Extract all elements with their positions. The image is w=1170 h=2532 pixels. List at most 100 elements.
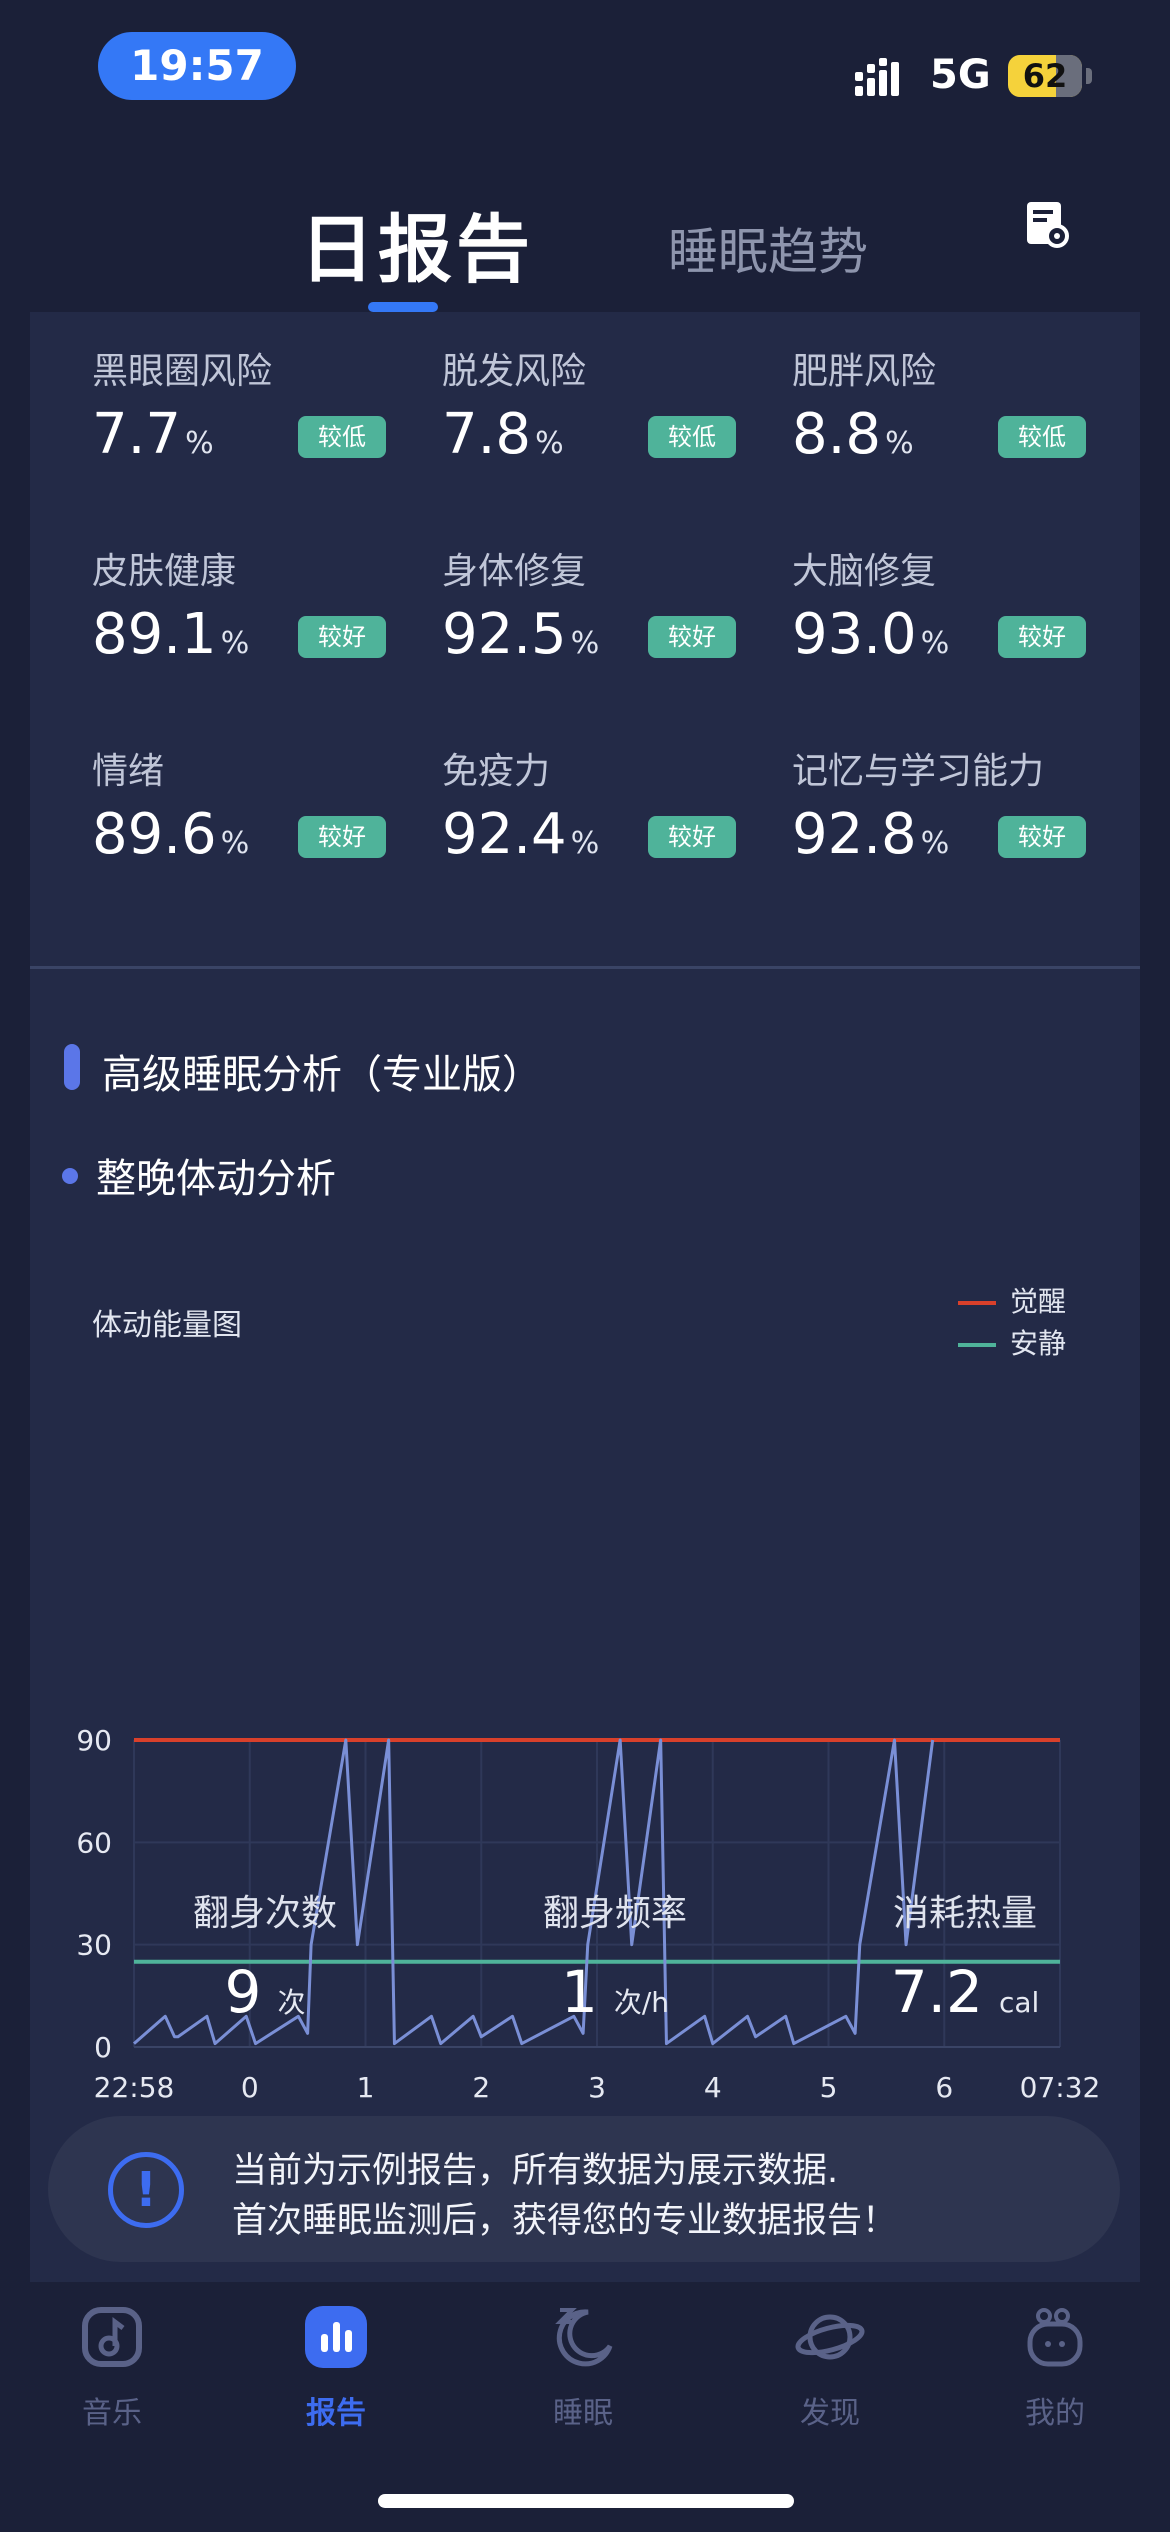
moon-icon xyxy=(555,2308,613,2367)
metric-value: 93.0% xyxy=(792,602,949,667)
nav-sleep[interactable]: 睡眠 xyxy=(503,2302,663,2432)
metric-value: 7.8% xyxy=(442,402,564,467)
legend-quiet-swatch xyxy=(958,1343,996,1347)
metric-brain-repair: 大脑修复 93.0% 较好 xyxy=(792,542,1112,702)
nav-mine[interactable]: 我的 xyxy=(975,2302,1135,2432)
metric-mood: 情绪 89.6% 较好 xyxy=(92,742,412,902)
legend-awake: 觉醒 xyxy=(958,1280,1066,1320)
metric-hair-loss: 脱发风险 7.8% 较低 xyxy=(442,342,762,502)
metric-number: 92.5 xyxy=(442,602,567,667)
stat-value: 7.2 cal xyxy=(815,1958,1115,2026)
metric-label: 身体修复 xyxy=(442,551,587,592)
x-tick-label: 6 xyxy=(935,2071,953,2104)
report-settings-icon[interactable] xyxy=(1024,200,1070,250)
stat-value: 9次 xyxy=(115,1958,415,2026)
stat-number: 1 xyxy=(560,1958,598,2026)
info-icon: ! xyxy=(108,2152,184,2228)
x-tick-label: 0 xyxy=(241,2071,259,2104)
metric-label: 肥胖风险 xyxy=(792,351,937,392)
metric-number: 7.8 xyxy=(442,402,532,467)
y-tick-label: 60 xyxy=(76,1826,112,1859)
tab-daily-report[interactable]: 日报告 xyxy=(300,190,534,297)
stat-turn-count: 翻身次数 9次 xyxy=(115,1884,415,2026)
stat-calories: 消耗热量 7.2 cal xyxy=(815,1884,1115,2026)
stat-unit: cal xyxy=(998,1986,1040,2019)
nav-label: 报告 xyxy=(306,2396,366,2431)
battery-tip xyxy=(1086,68,1092,84)
x-tick-label: 22:58 xyxy=(94,2071,175,2104)
metric-number: 89.6 xyxy=(92,802,217,867)
metric-value: 92.4% xyxy=(442,802,599,867)
metric-unit: % xyxy=(920,826,950,861)
metric-label: 大脑修复 xyxy=(792,551,937,592)
nav-label: 音乐 xyxy=(82,2396,142,2431)
metric-body-repair: 身体修复 92.5% 较好 xyxy=(442,542,762,702)
metric-number: 92.8 xyxy=(792,802,917,867)
metric-label: 黑眼圈风险 xyxy=(92,351,273,392)
section-divider xyxy=(30,966,1140,969)
metric-unit: % xyxy=(570,826,600,861)
x-tick-label: 5 xyxy=(820,2071,838,2104)
metric-dark-circles: 黑眼圈风险 7.7% 较低 xyxy=(92,342,412,502)
metric-badge: 较好 xyxy=(648,816,736,858)
tab-sleep-trend[interactable]: 睡眠趋势 xyxy=(668,212,868,284)
metric-value: 8.8% xyxy=(792,402,914,467)
metric-unit: % xyxy=(920,626,950,661)
x-tick-label: 3 xyxy=(588,2071,606,2104)
metric-label: 记忆与学习能力 xyxy=(792,751,1045,792)
metric-number: 89.1 xyxy=(92,602,217,667)
stat-unit: 次 xyxy=(277,1986,306,2019)
metric-label: 脱发风险 xyxy=(442,351,587,392)
subsection-dot xyxy=(62,1168,78,1184)
network-type: 5G xyxy=(930,52,991,98)
metric-unit: % xyxy=(885,426,914,461)
legend-awake-swatch xyxy=(958,1301,996,1305)
battery-level: 62 xyxy=(1022,57,1068,95)
x-tick-label: 1 xyxy=(357,2071,375,2104)
x-tick-label: 2 xyxy=(472,2071,490,2104)
nav-discover[interactable]: 发现 xyxy=(750,2302,910,2432)
stat-number: 7.2 xyxy=(890,1958,983,2026)
profile-icon xyxy=(1027,2308,1083,2367)
chart-title: 体动能量图 xyxy=(92,1308,242,1343)
x-tick-label: 4 xyxy=(704,2071,722,2104)
stat-label: 消耗热量 xyxy=(892,1893,1037,1934)
metric-value: 7.7% xyxy=(92,402,214,467)
metric-number: 8.8 xyxy=(792,402,882,467)
metric-obesity: 肥胖风险 8.8% 较低 xyxy=(792,342,1112,502)
metric-number: 93.0 xyxy=(792,602,917,667)
metric-badge: 较好 xyxy=(998,816,1086,858)
metric-value: 92.5% xyxy=(442,602,599,667)
advanced-analysis-title: 高级睡眠分析（专业版） xyxy=(102,1052,542,1098)
metric-unit: % xyxy=(535,426,564,461)
stat-unit: 次/h xyxy=(613,1986,670,2019)
metric-memory-learning: 记忆与学习能力 92.8% 较好 xyxy=(792,742,1112,902)
nav-label: 我的 xyxy=(1025,2396,1085,2431)
metric-badge: 较低 xyxy=(648,416,736,458)
section-marker xyxy=(64,1044,80,1090)
music-icon xyxy=(82,2307,142,2367)
metric-badge: 较好 xyxy=(998,616,1086,658)
metric-skin-health: 皮肤健康 89.1% 较好 xyxy=(92,542,412,702)
legend-quiet: 安静 xyxy=(958,1322,1066,1362)
stat-number: 9 xyxy=(224,1958,262,2026)
x-tick-label: 07:32 xyxy=(1020,2071,1101,2104)
metric-label: 免疫力 xyxy=(442,751,551,792)
tab-active-indicator xyxy=(368,302,438,312)
metric-badge: 较低 xyxy=(298,416,386,458)
metric-unit: % xyxy=(220,626,250,661)
nav-report[interactable]: 报告 xyxy=(256,2302,416,2432)
y-tick-label: 30 xyxy=(76,1929,112,1962)
legend-awake-label: 觉醒 xyxy=(1010,1285,1067,1318)
status-bar: 19:57 5G 62 xyxy=(0,0,1170,130)
notice-line-1: 当前为示例报告，所有数据为展示数据. xyxy=(232,2151,839,2191)
y-tick-label: 0 xyxy=(94,2031,112,2064)
legend-quiet-label: 安静 xyxy=(1010,1327,1067,1360)
nav-label: 发现 xyxy=(800,2396,860,2431)
metric-badge: 较低 xyxy=(998,416,1086,458)
sample-report-notice[interactable]: ! 当前为示例报告，所有数据为展示数据. 首次睡眠监测后，获得您的专业数据报告！ xyxy=(48,2116,1120,2262)
report-card: 黑眼圈风险 7.7% 较低 脱发风险 7.8% 较低 肥胖风险 8.8% 较低 … xyxy=(30,312,1140,2282)
nav-music[interactable]: 音乐 xyxy=(32,2302,192,2432)
metric-badge: 较好 xyxy=(298,616,386,658)
metric-unit: % xyxy=(570,626,600,661)
